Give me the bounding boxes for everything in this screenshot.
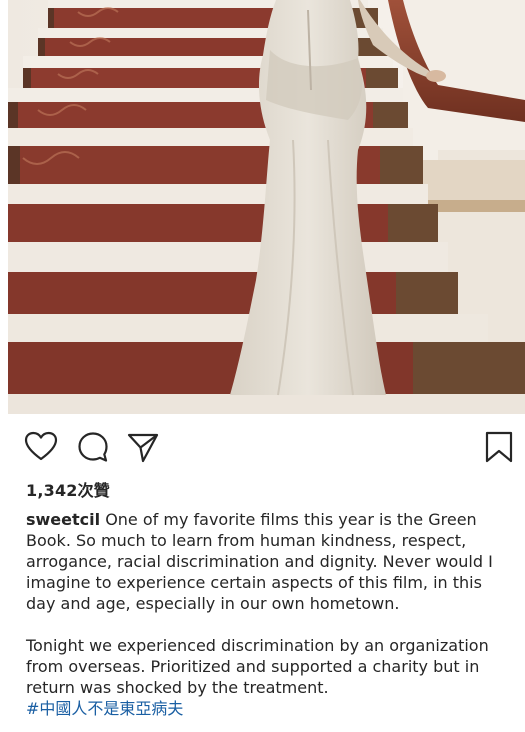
like-count[interactable]: 1,342次贊 <box>26 477 110 501</box>
heart-icon[interactable] <box>24 430 58 464</box>
bookmark-icon[interactable] <box>482 430 516 464</box>
post-caption: sweetcil One of my favorite films this y… <box>26 509 504 719</box>
caption-text-2: Tonight we experienced discrimination by… <box>26 636 489 697</box>
caption-paragraph-1: sweetcil One of my favorite films this y… <box>26 509 504 614</box>
paper-plane-icon[interactable] <box>126 430 160 464</box>
action-bar <box>24 430 516 466</box>
post-photo[interactable] <box>8 0 525 414</box>
caption-paragraph-2: Tonight we experienced discrimination by… <box>26 635 504 719</box>
instagram-post: 1,342次贊 sweetcil One of my favorite film… <box>0 0 525 732</box>
hashtag-link[interactable]: #中國人不是東亞病夫 <box>26 698 183 719</box>
username-link[interactable]: sweetcil <box>26 510 100 529</box>
comment-icon[interactable] <box>76 430 110 464</box>
staircase-gown-image <box>8 0 525 414</box>
